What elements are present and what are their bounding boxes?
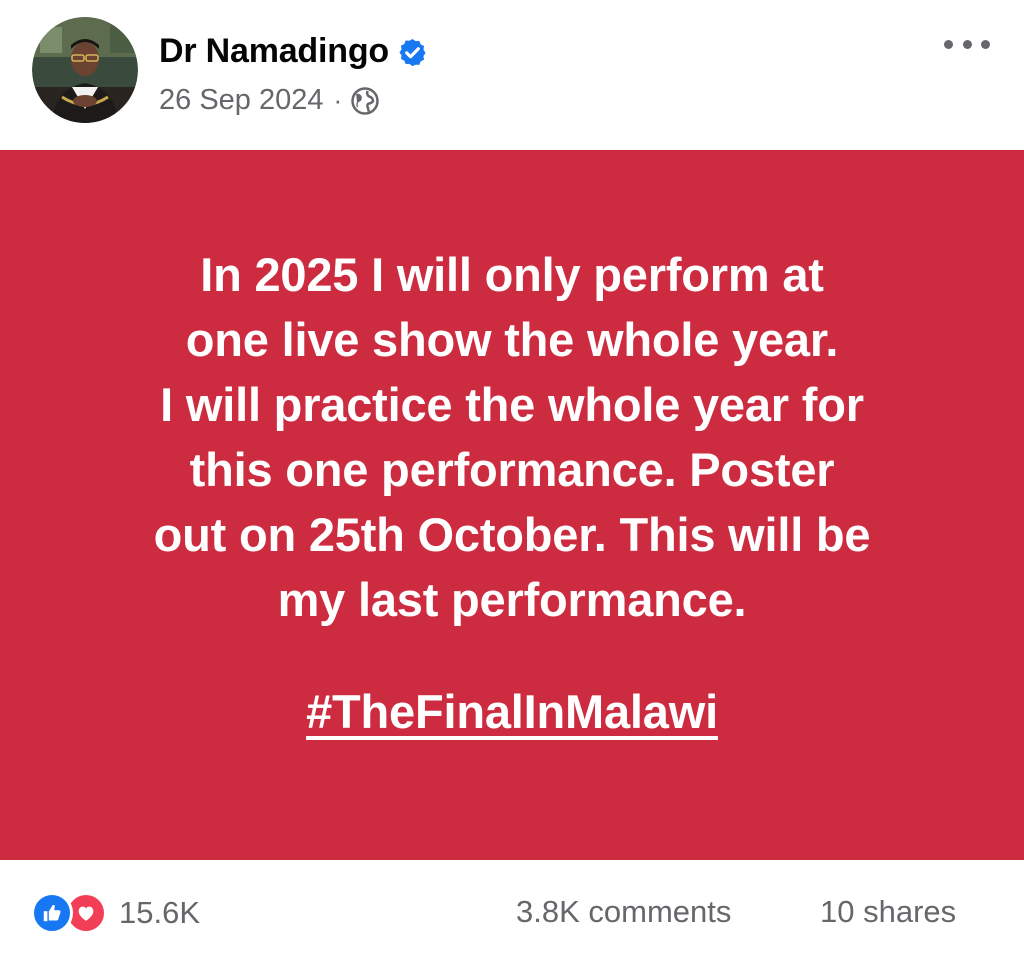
reaction-icons bbox=[31, 892, 107, 934]
post-header: Dr Namadingo 26 Sep 2024 · bbox=[0, 0, 1024, 150]
reaction-count: 15.6K bbox=[119, 895, 201, 930]
more-dot bbox=[962, 39, 972, 49]
more-dot bbox=[981, 39, 990, 49]
post-footer: 15.6K 3.8K comments 10 shares bbox=[0, 860, 1024, 968]
verified-badge-icon bbox=[397, 37, 428, 68]
globe-icon bbox=[350, 86, 380, 116]
hashtag-link[interactable]: #TheFinalInMalawi bbox=[306, 682, 718, 742]
post-body-text: In 2025 I will only perform at one live … bbox=[153, 248, 871, 626]
facebook-post: Dr Namadingo 26 Sep 2024 · In 2025 I wil… bbox=[0, 0, 1024, 968]
post-text-background[interactable]: In 2025 I will only perform at one live … bbox=[0, 150, 1024, 860]
reactions-summary[interactable]: 15.6K bbox=[31, 892, 200, 934]
author-avatar[interactable] bbox=[32, 17, 138, 123]
comments-count[interactable]: 3.8K comments bbox=[516, 894, 731, 930]
post-date[interactable]: 26 Sep 2024 bbox=[159, 84, 323, 117]
like-icon bbox=[31, 892, 73, 934]
author-name[interactable]: Dr Namadingo bbox=[159, 32, 389, 71]
avatar-image bbox=[32, 17, 138, 123]
post-meta: 26 Sep 2024 · bbox=[159, 84, 380, 117]
more-dot bbox=[944, 39, 953, 49]
author-name-row: Dr Namadingo bbox=[159, 32, 428, 71]
meta-separator: · bbox=[333, 85, 343, 115]
shares-count[interactable]: 10 shares bbox=[820, 894, 956, 930]
more-options-icon[interactable] bbox=[944, 34, 990, 54]
